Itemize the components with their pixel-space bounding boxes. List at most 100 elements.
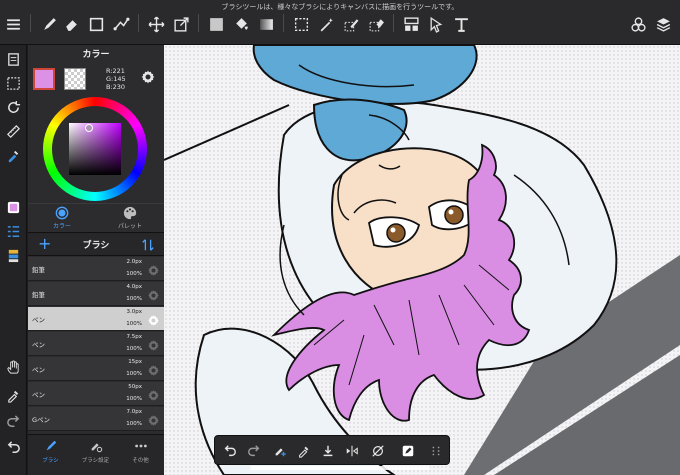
brush-size: 50px	[128, 384, 142, 390]
brush-row[interactable]: ペン 7.5px 100%	[28, 332, 164, 356]
brush-name: ペン	[32, 391, 45, 399]
gradient-icon[interactable]	[255, 13, 277, 35]
brush-settings-gear-icon[interactable]	[147, 287, 160, 301]
brush-bottom-tabs: ブラシ ブラシ設定 その他	[28, 434, 164, 475]
tab-brush[interactable]: ブラシ	[28, 439, 73, 464]
layers-small-icon[interactable]	[3, 245, 24, 266]
brush-opacity: 100%	[126, 296, 142, 302]
tab-color[interactable]: カラー	[28, 206, 96, 232]
eraser-icon[interactable]	[60, 13, 82, 35]
tool-hint-text: ブラシツールは、様々なブラシによりキャンバスに描画を行うツールです。	[221, 3, 459, 11]
brush-row[interactable]: 鉛筆 4.0px 100%	[28, 282, 164, 306]
background-color-swatch[interactable]	[64, 68, 86, 90]
list-icon[interactable]	[3, 221, 24, 242]
grid-icon[interactable]	[427, 442, 445, 460]
page-icon[interactable]	[3, 49, 24, 70]
eyedropper-icon[interactable]	[3, 145, 24, 166]
brush-size: 4.0px	[126, 284, 143, 290]
brush-opacity: 100%	[126, 271, 142, 277]
brush-settings-gear-icon[interactable]	[147, 262, 160, 276]
brush-settings-gear-icon[interactable]	[147, 337, 160, 351]
brush-settings-gear-icon[interactable]	[147, 412, 160, 426]
eyedropper-icon[interactable]	[295, 442, 313, 460]
brush-row[interactable]: ペン 15px 100%	[28, 357, 164, 381]
brush-settings-gear-icon[interactable]	[147, 362, 160, 376]
brush-settings-gear-icon[interactable]	[147, 312, 160, 326]
toolbar-divider	[138, 14, 139, 32]
undo-icon[interactable]	[221, 442, 239, 460]
picker-icon[interactable]	[3, 385, 24, 406]
move-icon[interactable]	[145, 13, 167, 35]
more-dots-icon	[134, 444, 147, 448]
color-swatch-icon[interactable]	[3, 197, 24, 218]
panel-icon[interactable]	[400, 13, 422, 35]
snap-off-icon[interactable]	[369, 442, 387, 460]
color-tabs: カラー パレット	[28, 203, 164, 231]
select-pen-icon[interactable]	[340, 13, 362, 35]
text-icon[interactable]	[450, 13, 472, 35]
palette-icon	[123, 206, 137, 220]
save-icon[interactable]	[319, 442, 337, 460]
brush-opacity: 100%	[126, 321, 142, 327]
tab-brush-settings[interactable]: ブラシ設定	[73, 439, 118, 464]
brush-row[interactable]: Gペン 7.0px 100%	[28, 407, 164, 431]
saturation-value-square[interactable]	[69, 123, 121, 175]
brush-name: 鉛筆	[32, 266, 45, 274]
hand-icon[interactable]	[3, 357, 24, 378]
brush-row-selected[interactable]: ペン 3.0px 100%	[28, 307, 164, 331]
brush-settings-icon[interactable]	[271, 442, 289, 460]
redo-icon[interactable]	[245, 442, 263, 460]
color-wheel[interactable]	[28, 93, 164, 201]
undo-icon[interactable]	[3, 437, 24, 458]
tab-palette-label: パレット	[117, 223, 142, 230]
cursor-icon[interactable]	[425, 13, 447, 35]
brush-name: ペン	[32, 366, 45, 374]
top-toolbar: ブラシツールは、様々なブラシによりキャンバスに描画を行うツールです。	[0, 0, 680, 45]
toolbar-divider	[283, 14, 284, 32]
ruler-icon[interactable]	[3, 121, 24, 142]
brush-settings-icon	[91, 443, 102, 453]
selection-icon[interactable]	[3, 73, 24, 94]
tab-more[interactable]: その他	[118, 439, 163, 464]
rotate-icon[interactable]	[3, 97, 24, 118]
materials-icon[interactable]	[627, 13, 649, 35]
color-settings-gear-icon[interactable]	[140, 69, 158, 87]
brush-row[interactable]: ペン 50px 100%	[28, 382, 164, 406]
tab-color-label: カラー	[52, 223, 71, 230]
rgb-b-value: B:230	[106, 83, 126, 91]
sort-arrows-icon[interactable]	[141, 237, 155, 251]
layers-icon[interactable]	[652, 13, 674, 35]
select-rect-icon[interactable]	[290, 13, 312, 35]
brush-tool-icon[interactable]	[38, 13, 60, 35]
brush-name: Gペン	[32, 416, 51, 424]
redo-icon[interactable]	[3, 411, 24, 432]
brush-opacity: 100%	[126, 421, 142, 427]
drawing-canvas[interactable]	[164, 45, 680, 475]
vector-icon[interactable]	[110, 13, 132, 35]
flip-icon[interactable]	[343, 442, 361, 460]
toolbar-divider	[393, 14, 394, 32]
bucket-icon[interactable]	[230, 13, 252, 35]
edit-icon[interactable]	[399, 442, 417, 460]
color-circle-icon	[55, 206, 69, 220]
magic-wand-icon[interactable]	[315, 13, 337, 35]
transform-icon[interactable]	[170, 13, 192, 35]
fill-color-icon[interactable]	[205, 13, 227, 35]
hue-ring[interactable]	[43, 97, 147, 201]
brush-size: 7.5px	[126, 334, 143, 340]
color-cursor[interactable]	[85, 124, 93, 132]
brush-row[interactable]: 鉛筆 2.0px 100%	[28, 257, 164, 281]
menu-icon[interactable]	[2, 13, 24, 35]
select-eraser-icon[interactable]	[365, 13, 387, 35]
brush-opacity: 100%	[126, 371, 142, 377]
home-indicator	[250, 466, 430, 470]
brush-opacity: 100%	[126, 396, 142, 402]
brush-opacity: 100%	[126, 346, 142, 352]
foreground-color-swatch[interactable]	[33, 68, 55, 90]
tab-palette[interactable]: パレット	[96, 206, 164, 232]
brush-size: 7.0px	[126, 409, 143, 415]
brush-settings-gear-icon[interactable]	[147, 387, 160, 401]
side-panel: カラー R:221 G:145 B:230 カラー パレット + ブラシ 鉛筆	[28, 45, 164, 475]
tab-brush-settings-label: ブラシ設定	[81, 458, 110, 464]
shape-icon[interactable]	[85, 13, 107, 35]
